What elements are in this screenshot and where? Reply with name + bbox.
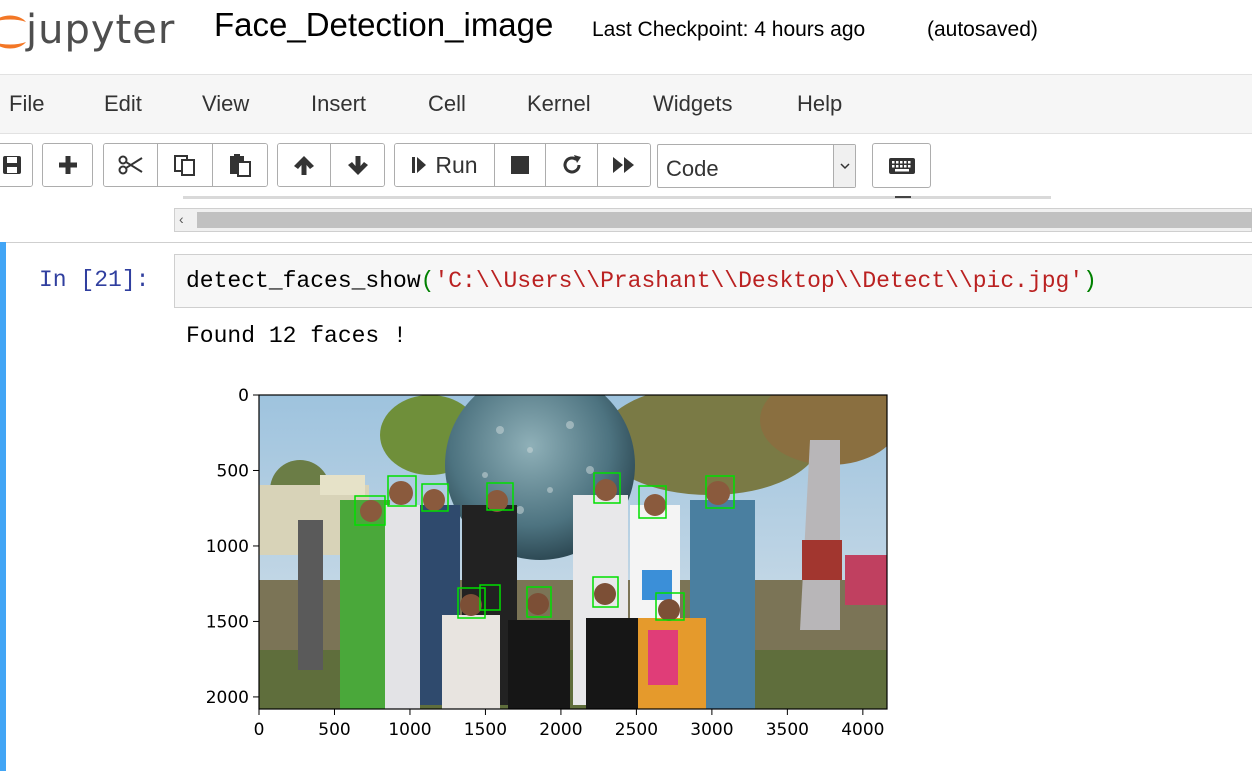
y-axis: 0 500 1000 1500 2000 [206, 386, 259, 708]
step-forward-icon [412, 157, 427, 173]
insert-group [42, 143, 93, 187]
cut-button[interactable] [104, 144, 159, 186]
menu-help[interactable]: Help [797, 91, 842, 117]
menu-insert[interactable]: Insert [311, 91, 366, 117]
y-tick-label: 500 [217, 461, 249, 481]
cut-icon [118, 155, 143, 175]
code-paren-open: ( [420, 268, 435, 294]
menubar: File Edit View Insert Cell Kernel Widget… [0, 74, 1252, 134]
x-tick-label: 0 [254, 720, 265, 740]
cell-type-select[interactable]: Code [657, 144, 856, 188]
y-tick-label: 2000 [206, 688, 249, 708]
interrupt-button[interactable] [495, 144, 546, 186]
run-label: Run [435, 151, 478, 178]
photo [259, 395, 887, 709]
x-tick-label: 1500 [464, 720, 507, 740]
menu-file[interactable]: File [9, 91, 44, 117]
move-down-button[interactable] [331, 144, 384, 186]
scrollbar-thumb[interactable] [197, 212, 1252, 228]
copy-button[interactable] [158, 144, 213, 186]
insert-cell-button[interactable] [43, 144, 92, 186]
menu-kernel[interactable]: Kernel [527, 91, 591, 117]
restart-run-all-button[interactable] [598, 144, 650, 186]
x-tick-label: 1000 [388, 720, 431, 740]
previous-output-mark [895, 196, 911, 198]
x-tick-label: 2000 [539, 720, 582, 740]
code-function: detect_faces_show [186, 268, 421, 294]
cell-type-value: Code [666, 156, 719, 181]
menu-edit[interactable]: Edit [104, 91, 142, 117]
code-paren-close: ) [1083, 268, 1097, 294]
output-text: Found 12 faces ! [186, 323, 407, 349]
logo-text: jupyter [26, 7, 176, 53]
scroll-left-icon[interactable]: ‹ [179, 211, 184, 227]
fast-forward-icon [613, 157, 634, 173]
x-tick-label: 4000 [841, 720, 884, 740]
horizontal-scrollbar[interactable]: ‹ [174, 208, 1252, 232]
command-palette-button[interactable] [872, 143, 931, 188]
code-input[interactable]: detect_faces_show('C:\\Users\\Prashant\\… [174, 254, 1252, 308]
toolbar: Run [0, 134, 1252, 198]
y-tick-label: 0 [238, 386, 249, 406]
x-tick-label: 3500 [766, 720, 809, 740]
jupyter-logo[interactable]: jupyter [0, 4, 186, 54]
cell-border [6, 242, 1252, 243]
copy-icon [174, 155, 196, 176]
code-string: 'C:\\Users\\Prashant\\Desktop\\Detect\\p… [434, 268, 1084, 294]
previous-output-divider [183, 196, 1051, 199]
save-group [0, 143, 33, 187]
menu-cell[interactable]: Cell [428, 91, 466, 117]
y-tick-label: 1000 [206, 537, 249, 557]
menu-view[interactable]: View [202, 91, 249, 117]
selected-cell-indicator [0, 242, 6, 771]
x-tick-label: 2500 [615, 720, 658, 740]
run-group: Run [394, 143, 651, 187]
move-up-button[interactable] [278, 144, 332, 186]
checkpoint-status: Last Checkpoint: 4 hours ago [592, 18, 866, 41]
keyboard-icon [888, 157, 915, 174]
header: jupyter Face_Detection_image Last Checkp… [0, 0, 1252, 74]
edit-group [103, 143, 268, 187]
paste-icon [229, 154, 251, 177]
arrow-up-icon [294, 156, 314, 175]
run-button[interactable]: Run [395, 144, 495, 186]
restart-icon [563, 155, 581, 174]
face-detection-figure: 0 500 1000 1500 2000 2500 3000 3500 4000 0 500 100… [206, 386, 888, 740]
save-icon [2, 156, 21, 174]
menu-widgets[interactable]: Widgets [653, 91, 732, 117]
arrow-down-icon [347, 156, 368, 175]
x-axis: 0 500 1000 1500 2000 2500 3000 3500 4000 [254, 709, 884, 740]
restart-button[interactable] [546, 144, 598, 186]
move-group [277, 143, 385, 187]
chevron-down-icon [833, 145, 855, 187]
autosave-status: (autosaved) [927, 18, 1038, 41]
save-button[interactable] [0, 144, 32, 186]
y-tick-label: 1500 [206, 612, 249, 632]
x-tick-label: 500 [318, 720, 350, 740]
notebook-title[interactable]: Face_Detection_image [214, 6, 553, 44]
paste-button[interactable] [212, 144, 267, 186]
stop-icon [511, 156, 529, 174]
input-prompt: In [21]: [39, 267, 150, 293]
code-line: detect_faces_show('C:\\Users\\Prashant\\… [186, 268, 1097, 294]
plus-icon [58, 156, 77, 174]
x-tick-label: 3000 [690, 720, 733, 740]
